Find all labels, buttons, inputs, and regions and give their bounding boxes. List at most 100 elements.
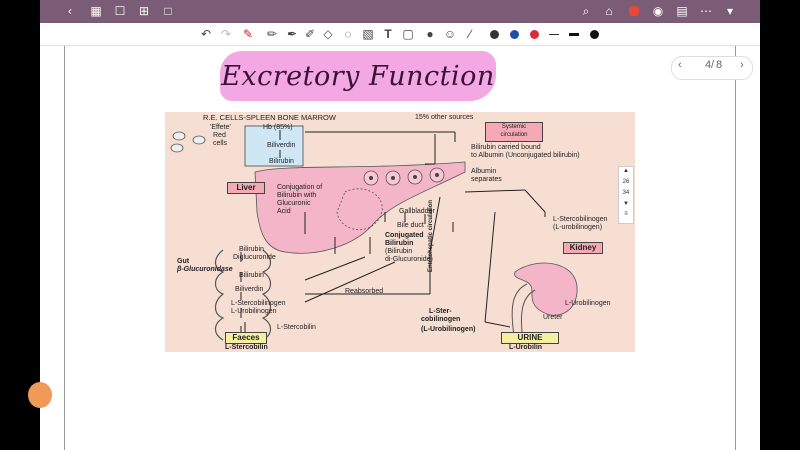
- effete-label-2: Red: [213, 132, 226, 139]
- l-stercobilin-label: L-Stercobilin: [277, 324, 316, 331]
- gut-stercobilinogen-1: L-Stercobilinogen: [231, 300, 286, 307]
- eye-icon[interactable]: ◉: [650, 3, 666, 19]
- ruler-icon[interactable]: ∕: [462, 26, 478, 42]
- reabsorbed-label: Reabsorbed: [345, 288, 384, 295]
- scroll-value-1: 26: [622, 179, 630, 185]
- scroll-up-icon[interactable]: ▲: [619, 168, 633, 174]
- conjugated-3: (Bilirubin: [385, 248, 413, 255]
- albumin-separates-2: separates: [471, 176, 502, 183]
- shirt-icon[interactable]: ⌂: [601, 3, 617, 19]
- l-urob-paren: (L-Urobilinogen): [421, 326, 476, 333]
- l-sterc-bottom-2: cobilinogen: [421, 316, 461, 323]
- gut-bilirubin-1: Bilirubin: [239, 246, 264, 253]
- shape-icon[interactable]: ▢: [400, 26, 416, 42]
- effete-label-3: cells: [213, 140, 228, 147]
- scroll-value-2: 34: [622, 190, 630, 196]
- gut-bilirubin-3: Bilirubin: [239, 272, 264, 279]
- color-swatch-red[interactable]: [526, 26, 542, 42]
- marker-icon[interactable]: ✒: [284, 26, 300, 42]
- conjugation-2: Bilirubin with: [277, 192, 317, 199]
- dropdown-icon[interactable]: ▾: [722, 3, 738, 19]
- page-separator: /: [711, 59, 715, 71]
- side-scroll-widget[interactable]: ▲ 26 34 ▼ ≡: [618, 166, 634, 224]
- bile-duct-label: Bile duct: [397, 222, 424, 229]
- more-icon[interactable]: ⋯: [698, 3, 714, 19]
- l-sterc-bottom-1: L-Ster-: [429, 308, 452, 315]
- text-icon[interactable]: T: [380, 26, 396, 42]
- record-icon[interactable]: [626, 3, 642, 19]
- floating-action-button[interactable]: [28, 382, 52, 408]
- gut-bilirubin-2: Diglucuronide: [233, 254, 276, 261]
- effete-label-1: 'Effete': [210, 124, 231, 131]
- faeces-box: Faeces: [225, 332, 267, 344]
- sticker-icon[interactable]: ☺: [442, 26, 458, 42]
- l-urobilinogen-label: L-Urobilinogen: [565, 300, 611, 307]
- other-sources-label: 15% other sources: [415, 114, 474, 121]
- l-sterco-right-2: (L-urobilinogen): [553, 224, 603, 231]
- liver-box: Liver: [227, 182, 265, 194]
- bookmark-icon[interactable]: ☐: [112, 3, 128, 19]
- conjugated-4: di-Glucuronide): [385, 256, 433, 263]
- pen-icon[interactable]: ✎: [240, 26, 256, 42]
- systemic-label-1: Systemic: [501, 124, 527, 130]
- systemic-label-2: circulation: [500, 132, 528, 138]
- back-icon[interactable]: ‹: [62, 3, 78, 19]
- highlighter-icon[interactable]: ✐: [302, 26, 318, 42]
- scroll-down-icon[interactable]: ▼: [619, 201, 633, 207]
- albumin-separates-1: Albumin: [471, 168, 497, 175]
- glucuronidase-label: β-Glucuronidase: [177, 266, 233, 273]
- prev-page-icon[interactable]: ‹: [678, 59, 682, 71]
- app-window: ‹ ▦ ☐ ⊞ □ ⌕ ⌂ ◉ ▤ ⋯ ▾ ↶ ↷ ✎ ✏ ✒ ✐ ◇ ◌ ▧ …: [40, 0, 760, 450]
- bilirubin-carried-2: to Albumin (Unconjugated bilirubin): [471, 152, 580, 159]
- bilirubin-metabolism-diagram[interactable]: R.E. CELLS-SPLEEN BONE MARROW 15% other …: [165, 112, 635, 352]
- l-sterco-right-1: L-Stercobilinogen: [553, 216, 608, 223]
- view-icon[interactable]: □: [160, 3, 176, 19]
- gut-biliverdin: Biliverdin: [235, 286, 264, 293]
- stack-icon[interactable]: ≡: [619, 211, 633, 217]
- pen-toolbar: ↶ ↷ ✎ ✏ ✒ ✐ ◇ ◌ ▧ T ▢ ● ☺ ∕: [40, 23, 760, 46]
- gut-stercobilinogen-2: L-Urobilinogen: [231, 308, 277, 315]
- next-page-icon[interactable]: ›: [740, 59, 744, 71]
- total-pages: 8: [716, 59, 723, 71]
- image-icon[interactable]: ▧: [360, 26, 376, 42]
- stroke-thin[interactable]: [546, 26, 562, 42]
- title-highlight: Excretory Function: [220, 51, 496, 101]
- note-canvas[interactable]: Excretory Function ‹ 4 / 8 › R.E. CELLS-…: [40, 46, 760, 450]
- conjugation-3: Glucuronic: [277, 200, 311, 207]
- mic-icon[interactable]: ●: [422, 26, 438, 42]
- ureter-label: Ureter: [543, 314, 563, 321]
- color-swatch-black[interactable]: [486, 26, 502, 42]
- conjugated-2: Bilirubin: [385, 240, 414, 247]
- stroke-thick[interactable]: [586, 26, 602, 42]
- conjugated-1: Conjugated: [385, 232, 424, 239]
- page-navigator[interactable]: ‹ 4 / 8 ›: [671, 56, 753, 80]
- search-icon[interactable]: ⌕: [578, 3, 594, 19]
- eraser-icon[interactable]: ◇: [320, 26, 336, 42]
- lasso-icon[interactable]: ◌: [340, 26, 356, 42]
- gut-label: Gut: [177, 258, 190, 265]
- stroke-medium[interactable]: [566, 26, 582, 42]
- urine-box: URINE: [501, 332, 559, 344]
- redo-icon[interactable]: ↷: [218, 26, 234, 42]
- systemic-circulation-box: Systemic circulation: [485, 122, 543, 142]
- color-swatch-blue[interactable]: [506, 26, 522, 42]
- l-stercobilin-bottom: L-Stercobilin: [225, 344, 268, 351]
- top-bar: ‹ ▦ ☐ ⊞ □ ⌕ ⌂ ◉ ▤ ⋯ ▾: [40, 0, 760, 23]
- conjugation-1: Conjugation of: [277, 184, 323, 191]
- l-urobilin-label: L-Urobilin: [509, 344, 543, 351]
- page-right-edge: [735, 46, 736, 450]
- conjugation-4: Acid: [277, 208, 291, 215]
- hb-label: Hb (85%): [263, 124, 293, 131]
- export-icon[interactable]: ⊞: [136, 3, 152, 19]
- kidney-box: Kidney: [563, 242, 603, 254]
- grid-icon[interactable]: ▦: [88, 3, 104, 19]
- pencil-icon[interactable]: ✏: [264, 26, 280, 42]
- biliverdin-label: Biliverdin: [267, 142, 296, 149]
- handwritten-title: Excretory Function: [221, 60, 495, 92]
- enterohepatic-label: Enterohepatic circulation: [428, 199, 434, 272]
- diagram-header: R.E. CELLS-SPLEEN BONE MARROW: [203, 113, 336, 122]
- bilirubin-label: Bilirubin: [269, 158, 294, 165]
- undo-icon[interactable]: ↶: [198, 26, 214, 42]
- page-left-edge: [64, 46, 65, 450]
- page-icon[interactable]: ▤: [674, 3, 690, 19]
